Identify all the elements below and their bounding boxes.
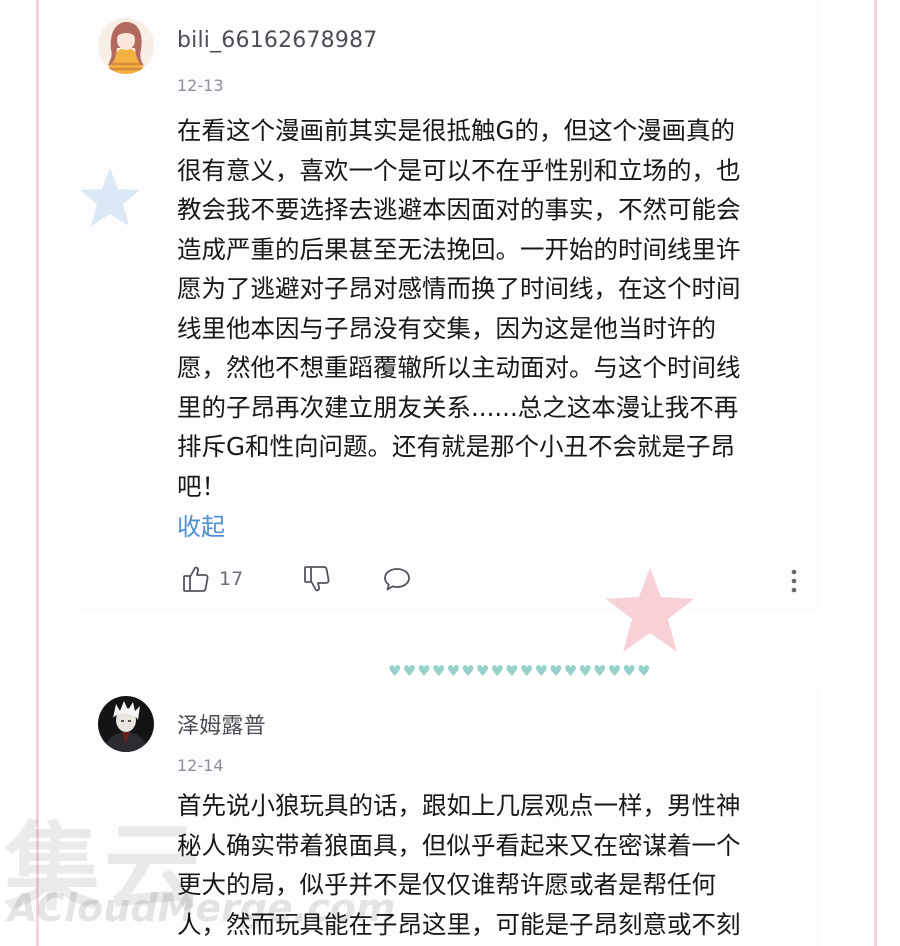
like-count: 17: [219, 568, 244, 590]
more-vertical-icon: [791, 569, 797, 593]
thumbs-up-icon: [183, 566, 209, 592]
comment-username[interactable]: 泽姆露普: [177, 708, 266, 740]
user-avatar[interactable]: [98, 696, 154, 752]
thumbs-down-icon: [304, 566, 330, 592]
user-avatar[interactable]: [98, 18, 154, 74]
star-decoration-icon: [80, 168, 140, 226]
chat-bubble-icon: [384, 568, 410, 591]
reply-button[interactable]: [382, 564, 412, 594]
page-frame-left: [36, 0, 39, 946]
like-button[interactable]: 17: [181, 564, 243, 594]
comment-date: 12-13: [177, 76, 224, 95]
avatar-character-icon: [98, 696, 154, 752]
dislike-button[interactable]: [302, 564, 332, 594]
comment-date: 12-14: [177, 756, 224, 775]
comment-actions: 17: [0, 564, 900, 600]
comment-text: 首先说小狼玩具的话，跟如上几层观点一样，男性神 秘人确实带着狼面具，但似乎看起来…: [177, 791, 741, 939]
comment-text: 在看这个漫画前其实是很抵触G的，但这个漫画真的 很有意义，喜欢一个是可以不在乎性…: [177, 116, 741, 501]
avatar-girl-icon: [98, 18, 154, 74]
page-frame-right: [874, 0, 877, 946]
more-options-button[interactable]: [786, 568, 802, 594]
heart-divider: ♥♥♥♥♥♥♥♥♥♥♥♥♥♥♥♥♥♥: [388, 662, 652, 680]
comment-username[interactable]: bili_66162678987: [177, 28, 377, 53]
collapse-link[interactable]: 收起: [177, 507, 225, 542]
